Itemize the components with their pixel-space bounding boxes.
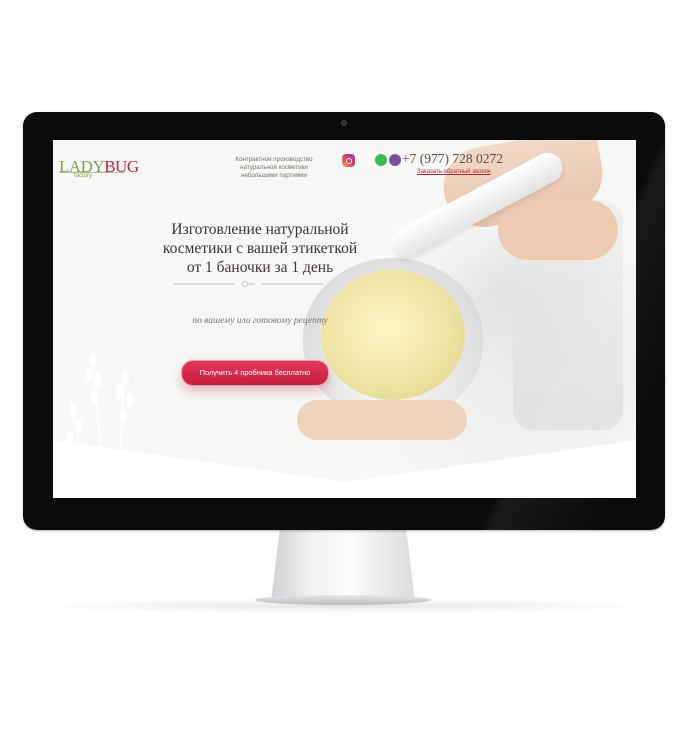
hand-grip-image (498, 200, 618, 260)
headline-line-1: Изготовление натуральной (171, 221, 349, 238)
header-tagline: Контрактное производство натуральной кос… (219, 156, 329, 180)
callback-link[interactable]: Заказать обратный звонок (417, 169, 491, 175)
webcam-icon (341, 120, 347, 126)
instagram-icon[interactable] (342, 154, 355, 167)
ornament-divider-icon (173, 281, 323, 287)
whatsapp-icon[interactable] (375, 154, 387, 166)
hero-headline: Изготовление натуральной косметики с ваш… (115, 220, 405, 277)
get-free-samples-button[interactable]: Получить 4 пробника бесплатно (181, 360, 329, 386)
hero-subtitle: по вашему или готовому рецепту (192, 316, 328, 326)
logo-bug-text: BUG (104, 157, 139, 176)
viber-icon[interactable] (389, 154, 401, 166)
monitor: LADYBUG factory Контрактное производство… (23, 112, 665, 530)
tagline-line-3: небольшими партиями (241, 172, 307, 179)
website-screen: LADYBUG factory Контрактное производство… (53, 140, 636, 498)
ladybug-factory-logo[interactable]: LADYBUG factory (59, 157, 139, 179)
monitor-stand (271, 530, 415, 602)
tagline-line-1: Контрактное производство (235, 156, 313, 163)
cream-image (321, 270, 465, 400)
tagline-line-2: натуральной косметики (240, 164, 308, 171)
phone-number[interactable]: +7 (977) 728 0272 (402, 151, 503, 167)
headline-line-2: косметики с вашей этикеткой (162, 240, 358, 257)
headline-line-3: от 1 баночки за 1 день (186, 259, 334, 276)
supporting-hand-image (297, 400, 467, 440)
logo-factory-text: factory (74, 173, 93, 179)
monitor-base (255, 595, 431, 605)
